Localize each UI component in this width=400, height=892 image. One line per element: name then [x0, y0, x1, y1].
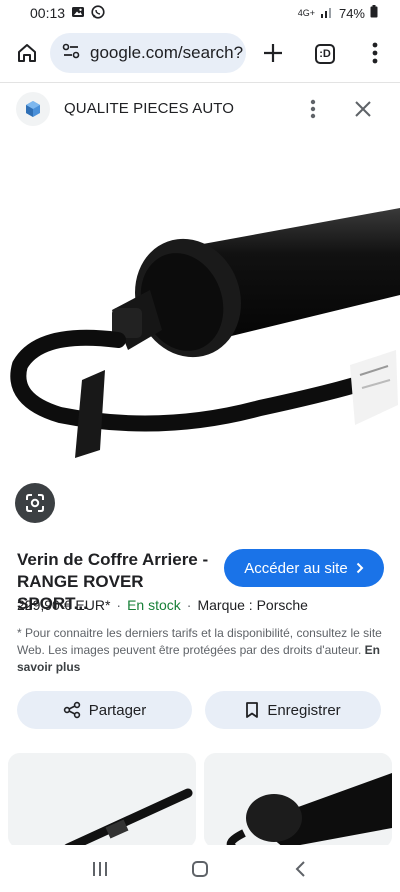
product-image[interactable] [0, 140, 400, 480]
whatsapp-notification-icon [91, 4, 105, 22]
share-button[interactable]: Partager [17, 691, 192, 729]
home-nav-icon [192, 860, 208, 877]
save-button[interactable]: Enregistrer [205, 691, 381, 729]
recent-apps-icon [93, 861, 107, 876]
separator: · [116, 597, 122, 613]
share-icon [63, 701, 80, 719]
browser-toolbar: google.com/search? :D [0, 32, 400, 76]
disclaimer: * Pour connaitre les derniers tarifs et … [17, 625, 383, 676]
product-price: 229,90 € EUR* [17, 597, 111, 613]
home-nav-button[interactable] [180, 849, 220, 889]
product-brand: Marque : Porsche [197, 597, 308, 613]
status-time: 00:13 [30, 5, 66, 21]
save-label: Enregistrer [267, 701, 341, 719]
share-label: Partager [88, 701, 147, 719]
site-info-icon[interactable] [60, 40, 82, 67]
url-text: google.com/search? [90, 43, 244, 62]
disclaimer-text: * Pour connaitre les derniers tarifs et … [17, 626, 382, 657]
price-row: 229,90 € EUR* · En stock · Marque : Pors… [17, 597, 308, 613]
close-button[interactable] [350, 96, 376, 122]
site-favicon [16, 92, 50, 126]
back-icon [295, 860, 305, 877]
status-bar: 00:13 4G+ 74% [0, 0, 400, 26]
tab-switcher-button[interactable]: :D [310, 39, 340, 69]
chevron-right-icon [356, 562, 364, 574]
bookmark-icon [246, 702, 259, 718]
visit-site-label: Accéder au site [244, 559, 348, 577]
signal-icon [320, 6, 334, 21]
site-header: QUALITE PIECES AUTO [0, 88, 400, 130]
plus-icon [264, 44, 282, 62]
related-image-1[interactable] [8, 753, 196, 848]
toolbar-divider [0, 82, 400, 83]
site-name[interactable]: QUALITE PIECES AUTO [64, 100, 234, 117]
google-lens-icon [26, 494, 44, 512]
battery-percent: 74% [338, 5, 365, 21]
battery-icon [370, 5, 378, 21]
home-icon [18, 44, 36, 62]
new-tab-button[interactable] [258, 38, 288, 68]
address-bar[interactable]: google.com/search? [50, 33, 246, 73]
home-button[interactable] [12, 38, 42, 68]
tab-switcher-icon: :D [315, 44, 335, 64]
close-icon [355, 101, 371, 117]
back-button[interactable] [280, 849, 320, 889]
status-left: 00:13 [30, 4, 105, 22]
site-logo-icon [26, 101, 40, 117]
site-more-button[interactable] [302, 96, 324, 122]
status-right: 4G+ 74% [298, 5, 378, 21]
browser-menu-button[interactable] [360, 38, 390, 68]
stock-status: En stock [127, 597, 181, 613]
more-vert-icon [372, 42, 378, 64]
gallery-notification-icon [71, 5, 85, 22]
network-type: 4G+ [297, 7, 315, 18]
visit-site-button[interactable]: Accéder au site [224, 549, 384, 587]
separator: · [186, 597, 192, 613]
related-image-2[interactable] [204, 753, 392, 848]
google-lens-button[interactable] [15, 483, 55, 523]
system-nav-bar [0, 845, 400, 892]
more-vert-icon [310, 99, 316, 119]
recent-apps-button[interactable] [80, 849, 120, 889]
